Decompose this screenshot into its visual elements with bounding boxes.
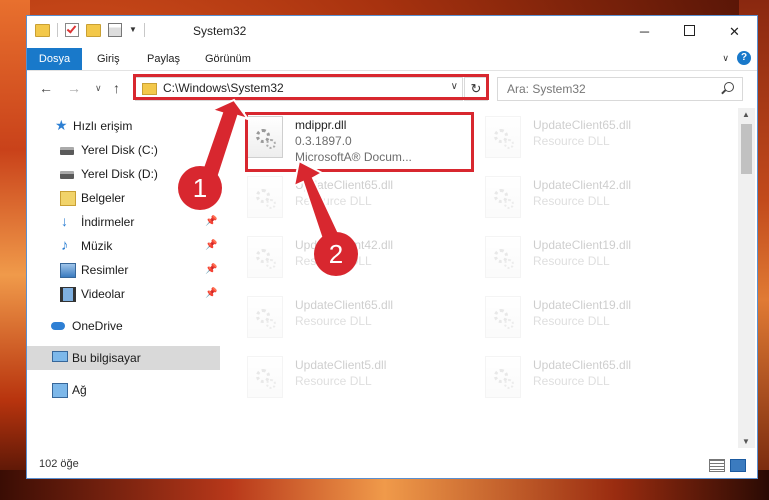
annotation-arrows — [194, 98, 343, 250]
callout-2: 2 — [314, 232, 358, 276]
callout-1: 1 — [178, 166, 222, 210]
